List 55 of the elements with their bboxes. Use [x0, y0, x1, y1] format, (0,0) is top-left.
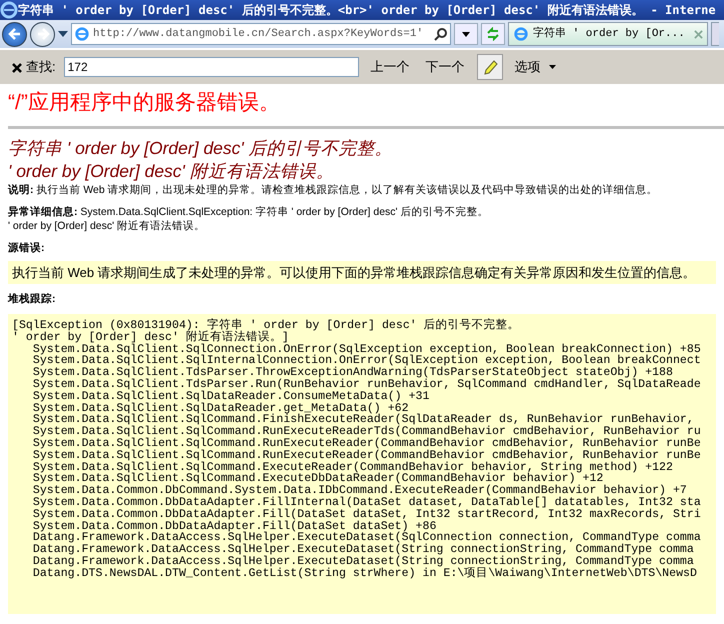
stack-trace-line: System.Data.SqlClient.SqlDataReader.ConsumeMetaData() +31: [32, 390, 430, 403]
back-button[interactable]: [2, 22, 27, 46]
next-button[interactable]: 下一个: [422, 55, 469, 79]
stack-trace-line: [SqlException (0x80131904): 字符串 ' order by [Order] desc' 后的引号不完整。: [12, 320, 520, 332]
pen-icon: [482, 58, 498, 77]
error-title: 字符串 ' order by [Order] desc' 后的引号不完整。: [8, 137, 394, 160]
source-error-label: 源错误:: [8, 241, 46, 256]
stack-trace-line: System.Data.SqlClient.SqlCommand.ExecuteDbDataReader(CommandBehavior behavior) +12: [32, 473, 604, 486]
close-icon: [12, 62, 22, 73]
forward-button[interactable]: [30, 22, 55, 46]
exception-details-text: ' order by [Order] desc' 附近有语法错误。: [8, 219, 206, 233]
stack-trace-line: System.Data.SqlClient.SqlCommand.RunExecuteReader(CommandBehavior cmdBehavior, RunBehavior runBe: [32, 438, 701, 450]
stack-trace-line: ' order by [Order] desc' 附近有语法错误。]: [12, 332, 289, 344]
search-icon[interactable]: [434, 27, 448, 41]
stack-trace-line: System.Data.Common.DbCommand.System.Data.IDbCommand.ExecuteReader(CommandBehavior behavior) +7: [32, 485, 687, 497]
window-title: 字符串 ' order by [Order] desc' 后的引号不完整。<br>' order by [Order] desc' 附近有语法错误。 - Interne: [18, 2, 716, 19]
caret-icon: [548, 65, 556, 69]
source-error-message: 执行当前 Web 请求期间生成了未处理的异常。可以使用下面的异常堆栈跟踪信息确定有关异常原因和发生位置的信息。: [8, 260, 716, 284]
stack-trace-line: System.Data.SqlClient.SqlCommand.ExecuteReader(CommandBehavior behavior, String method) +122: [32, 462, 673, 474]
error-heading: “/”应用程序中的服务器错误。: [8, 90, 281, 116]
stack-trace-line: Datang.Framework.DataAccess.SqlHelper.ExecuteDataset(String connectionString, CommandType comma: [32, 556, 694, 568]
stack-trace-line: System.Data.Common.DbDataAdapter.FillInternal(DataSet dataset, DataTable[] datatables, Int32 sta: [32, 496, 701, 509]
description-text: 说明: 执行当前 Web 请求期间，出现未处理的异常。请检查堆栈跟踪信息，以了解有关该错误以及代码中导致错误的出处的详细信息。: [8, 183, 659, 197]
address-dropdown-button[interactable]: [454, 23, 478, 45]
caret-icon: [462, 32, 470, 36]
browser-tab[interactable]: 字符串 ' order by [Or...: [508, 22, 708, 46]
highlight-button[interactable]: [476, 54, 503, 80]
error-title: ' order by [Order] desc' 附近有语法错误。: [8, 160, 335, 183]
stack-trace-line: System.Data.Common.DbDataAdapter.Fill(DataSet dataSet, Int32 startRecord, Int32 maxRecords, Stri: [32, 508, 701, 521]
browser-logo-icon: [74, 26, 90, 42]
options-button[interactable]: 选项: [510, 55, 560, 79]
stack-trace-line: System.Data.SqlClient.SqlConnection.OnError(SqlException exception, Boolean breakConnection) +85: [32, 344, 701, 356]
stack-trace-label: 堆栈跟踪:: [8, 292, 56, 308]
stack-trace-line: System.Data.SqlClient.SqlInternalConnection.OnError(SqlException exception, Boolean breakConnect: [32, 355, 701, 368]
browser-logo-icon: [0, 1, 18, 19]
address-bar[interactable]: http://www.datangmobile.cn/Search.aspx?KeyWords=1': [71, 23, 451, 45]
stack-trace-line: System.Data.SqlClient.TdsParser.Run(RunBehavior runBehavior, SqlCommand cmdHandler, SqlDataReade: [32, 378, 701, 391]
refresh-icon: [486, 27, 500, 41]
stack-trace-line: System.Data.SqlClient.SqlDataReader.get_MetaData() +62: [32, 402, 409, 414]
stack-trace-line: System.Data.SqlClient.SqlCommand.RunExecuteReader(CommandBehavior cmdBehavior, RunBehavior runBe: [32, 450, 701, 462]
arrow-right-icon: [36, 27, 50, 41]
arrow-left-icon: [8, 27, 22, 41]
stack-trace-line: System.Data.Common.DbDataAdapter.Fill(DataSet dataSet) +86: [32, 520, 436, 532]
stack-trace-line: Datang.Framework.DataAccess.SqlHelper.ExecuteDataset(String connectionString, CommandType comma: [32, 544, 694, 556]
find-label: 查找:: [26, 58, 56, 76]
dropdown-arrow-icon[interactable]: [58, 31, 68, 37]
stack-trace-line: Datang.DTS.NewsDAL.DTW_Content.GetList(String strWhere) in E:\项目\Waiwang\InternetWeb\DTS\NewsD: [32, 568, 697, 580]
browser-logo-icon: [513, 26, 529, 42]
find-field[interactable]: 172: [64, 57, 359, 77]
stack-trace-line: System.Data.SqlClient.SqlCommand.FinishExecuteReader(SqlDataReader ds, RunBehavior runBehavior,: [32, 414, 694, 426]
stack-trace-line: System.Data.SqlClient.SqlCommand.RunExecuteReaderTds(CommandBehavior cmdBehavior, RunBehavior ru: [32, 426, 701, 438]
exception-details-text: 异常详细信息: System.Data.SqlClient.SqlException: 字符串 ' order by [Order] desc' 后的引号不完整。: [8, 205, 490, 219]
previous-button[interactable]: 上一个: [366, 55, 414, 79]
stack-trace-line: Datang.Framework.DataAccess.SqlHelper.ExecuteDataset(SqlConnection connection, CommandType comma: [32, 532, 701, 544]
stack-trace-line: System.Data.SqlClient.TdsParser.ThrowExceptionAndWarning(TdsParserStateObject stateObj) +188: [32, 367, 673, 379]
